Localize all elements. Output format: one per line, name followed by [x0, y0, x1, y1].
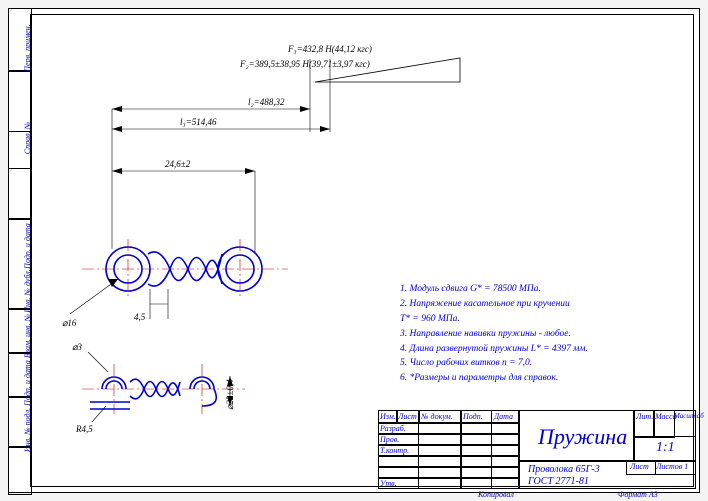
- note-5: 5. Число рабочих витков n = 7,0.: [400, 358, 680, 370]
- note-2: 2. Напряжение касательное при кручении: [400, 299, 680, 311]
- tb-gost: ГОСТ 2771-81: [528, 476, 589, 487]
- dim-gap: 4,5: [134, 312, 146, 322]
- tb-ndoc: № докум.: [421, 412, 453, 421]
- tb-format: Формат А3: [618, 490, 658, 499]
- note-1: 1. Модуль сдвига G* = 78500 МПа.: [400, 284, 680, 296]
- dim-d16: ⌀16: [62, 318, 77, 328]
- sidebar-stamp: Инв. № подл. Подп. и дата Взам. инв. № И…: [8, 8, 30, 493]
- dim-d3: ⌀3: [72, 342, 82, 352]
- tb-razrab: Разраб.: [380, 424, 406, 433]
- tb-lit: Лит.: [636, 412, 653, 421]
- dim-R: R4,5: [75, 424, 93, 434]
- technical-notes: 1. Модуль сдвига G* = 78500 МПа. 2. Напр…: [400, 284, 680, 388]
- dim-l3: l₃=514,46: [180, 117, 217, 127]
- force-diagram: F₃=432,8 Н(44,12 кгс) F₂=389,5±38,95 Н(3…: [112, 44, 460, 252]
- dim-d22: ⌀22±0,4: [225, 379, 235, 410]
- tb-utv: Утв.: [380, 479, 397, 488]
- tb-tkontr: Т.контр.: [380, 446, 409, 455]
- note-6: 6. *Размеры и параметры для справок.: [400, 373, 680, 385]
- tb-material: Проволока 65Г-3: [528, 464, 600, 475]
- tb-scale-h: Масштаб: [674, 412, 704, 420]
- tb-copy: Копировал: [478, 490, 514, 499]
- tb-sheet: Лист: [630, 462, 649, 471]
- tb-podp: Подп.: [463, 412, 483, 421]
- force-f2: F₂=389,5±38,95 Н(39,71±3,97 кгс): [239, 59, 370, 69]
- spring-secondary-view: ⌀3 R4,5 ⌀22±0,4: [72, 342, 245, 434]
- dim-L: 24,6±2: [165, 159, 191, 169]
- note-4: 4. Длина развернутой пружины L* = 4397 м…: [400, 344, 680, 356]
- tb-prov: Пров.: [380, 435, 399, 444]
- tb-data: Дата: [494, 412, 513, 421]
- tb-scale: 1:1: [656, 440, 675, 456]
- tb-list: Лист: [398, 412, 417, 421]
- tb-name: Пружина: [538, 424, 627, 450]
- tb-sheets: Листов 1: [656, 462, 688, 471]
- note-3: 3. Направление навивки пружины - любое.: [400, 329, 680, 341]
- force-f3: F₃=432,8 Н(44,12 кгс): [287, 44, 372, 54]
- spring-main-view: ⌀16 4,5: [62, 239, 288, 328]
- dim-l2: l₂=488,32: [248, 97, 285, 107]
- tb-izm: Изм.: [380, 412, 396, 421]
- note-2b: Т* = 960 МПа.: [400, 314, 680, 326]
